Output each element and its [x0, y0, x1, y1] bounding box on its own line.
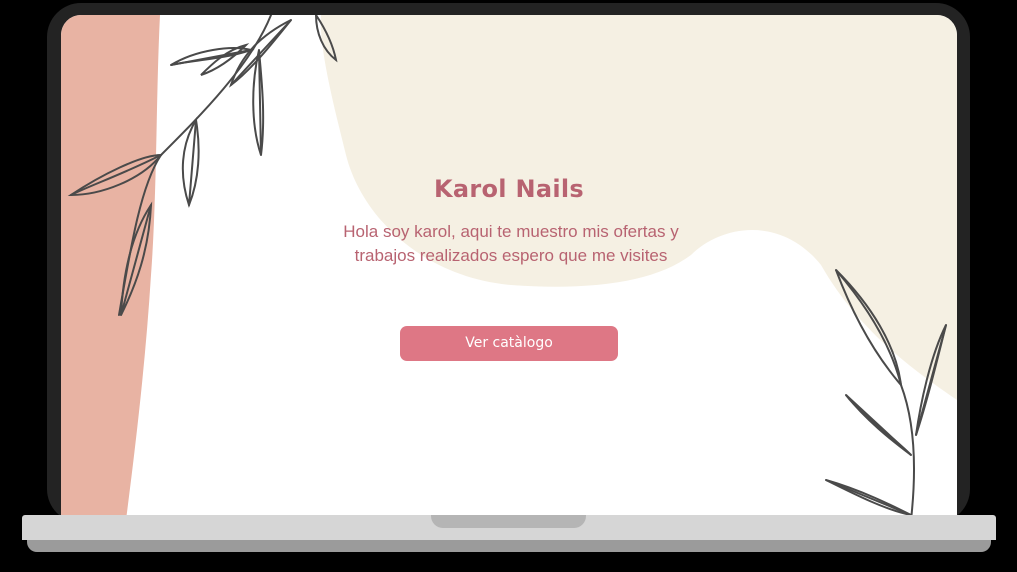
- laptop-notch: [431, 515, 586, 528]
- brand-title: Karol Nails: [433, 175, 585, 203]
- laptop-base-bottom: [27, 540, 991, 552]
- side-band: [61, 15, 160, 520]
- website-screen: Karol Nails Hola soy karol, aqui te mues…: [61, 15, 957, 520]
- view-catalog-button[interactable]: Ver catàlogo: [400, 326, 618, 361]
- laptop-base: [22, 515, 996, 552]
- intro-text: Hola soy karol, aqui te muestro mis ofer…: [343, 222, 679, 265]
